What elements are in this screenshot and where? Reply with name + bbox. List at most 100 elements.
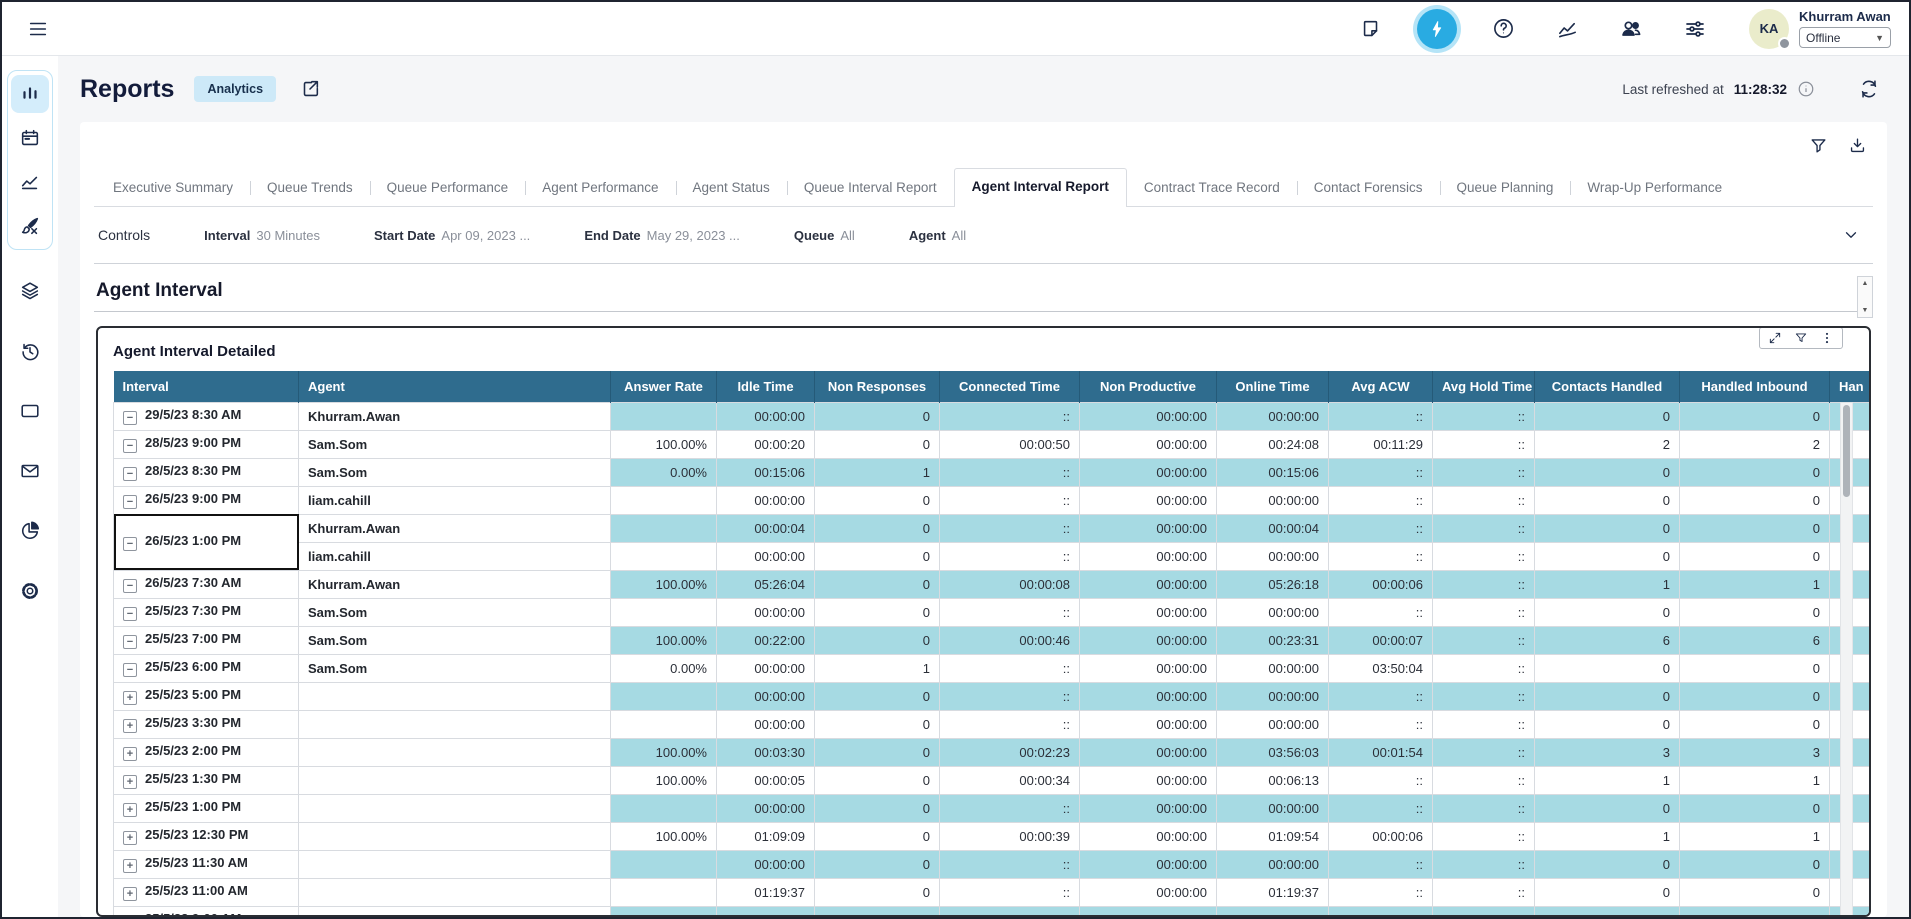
metric-cell[interactable]: 03:56:03: [1217, 738, 1329, 766]
metric-cell[interactable]: 0.00%: [611, 458, 717, 486]
metric-cell[interactable]: 1: [1680, 766, 1830, 794]
expand-icon[interactable]: [1768, 331, 1782, 345]
expand-icon[interactable]: +: [123, 747, 137, 761]
expand-icon[interactable]: +: [123, 775, 137, 789]
interval-cell[interactable]: −25/5/23 7:30 PM: [114, 598, 299, 626]
metric-cell[interactable]: 00:02:23: [940, 738, 1080, 766]
metric-cell[interactable]: 00:00:04: [1217, 514, 1329, 542]
metric-cell[interactable]: ::: [1433, 458, 1535, 486]
column-header-avg-hold-time[interactable]: Avg Hold Time: [1433, 371, 1535, 402]
metric-cell[interactable]: 00:00:00: [1217, 710, 1329, 738]
interval-cell[interactable]: +25/5/23 9:00 AM: [114, 906, 299, 917]
metric-cell[interactable]: 05:26:18: [1217, 570, 1329, 598]
interval-cell[interactable]: +25/5/23 1:00 PM: [114, 794, 299, 822]
metric-cell[interactable]: 1: [1680, 570, 1830, 598]
column-header-non-responses[interactable]: Non Responses: [815, 371, 940, 402]
metric-cell[interactable]: ::: [940, 598, 1080, 626]
metric-cell[interactable]: 00:15:06: [717, 458, 815, 486]
mail-icon[interactable]: [11, 452, 49, 490]
metric-cell[interactable]: ::: [1433, 430, 1535, 458]
scroll-up-icon[interactable]: ▲: [1862, 280, 1869, 287]
section-scrollbar[interactable]: ▲ ▼: [1857, 276, 1873, 318]
interval-cell[interactable]: +25/5/23 12:30 PM: [114, 822, 299, 850]
metric-cell[interactable]: 100.00%: [611, 822, 717, 850]
metric-cell[interactable]: 00:00:00: [717, 850, 815, 878]
metric-cell[interactable]: 0: [1535, 850, 1680, 878]
agent-cell[interactable]: [299, 906, 611, 917]
interval-cell[interactable]: +25/5/23 11:30 AM: [114, 850, 299, 878]
metric-cell[interactable]: 0: [1535, 514, 1680, 542]
kebab-menu-icon[interactable]: [1820, 331, 1834, 345]
metric-cell[interactable]: 00:24:08: [1217, 430, 1329, 458]
tab-queue-interval-report[interactable]: Queue Interval Report: [787, 170, 954, 206]
column-header-agent[interactable]: Agent: [299, 371, 611, 402]
tab-wrap-up-performance[interactable]: Wrap-Up Performance: [1570, 170, 1739, 206]
metric-cell[interactable]: 1: [815, 458, 940, 486]
metric-cell[interactable]: 00:00:07: [1329, 626, 1433, 654]
collapse-icon[interactable]: −: [123, 579, 137, 593]
metric-cell[interactable]: [611, 514, 717, 542]
metric-cell[interactable]: 2: [1680, 430, 1830, 458]
column-header-handled-inbound[interactable]: Handled Inbound: [1680, 371, 1830, 402]
metric-cell[interactable]: 0: [1535, 402, 1680, 430]
hamburger-menu-icon[interactable]: [20, 11, 56, 47]
metric-cell[interactable]: [611, 710, 717, 738]
agent-cell[interactable]: [299, 878, 611, 906]
column-header-avg-acw[interactable]: Avg ACW: [1329, 371, 1433, 402]
metric-cell[interactable]: 0: [815, 514, 940, 542]
interval-cell[interactable]: −28/5/23 8:30 PM: [114, 458, 299, 486]
metric-cell[interactable]: 00:00:00: [1217, 542, 1329, 570]
metric-cell[interactable]: 00:00:00: [1080, 486, 1217, 514]
column-header-han[interactable]: Han: [1830, 371, 1870, 402]
agent-cell[interactable]: liam.cahill: [299, 542, 611, 570]
metric-cell[interactable]: 00:00:50: [940, 430, 1080, 458]
metric-cell[interactable]: 00:00:00: [717, 682, 815, 710]
preferences-icon[interactable]: [1677, 11, 1713, 47]
tab-executive-summary[interactable]: Executive Summary: [96, 170, 250, 206]
metric-cell[interactable]: 00:00:00: [717, 710, 815, 738]
metric-cell[interactable]: 2: [1535, 430, 1680, 458]
interval-cell[interactable]: −29/5/23 8:30 AM: [114, 402, 299, 430]
metric-cell[interactable]: 00:00:00: [717, 486, 815, 514]
metric-cell[interactable]: 05:26:04: [717, 570, 815, 598]
collapse-icon[interactable]: −: [123, 411, 137, 425]
metric-cell[interactable]: 0: [1535, 878, 1680, 906]
metric-cell[interactable]: 1: [1680, 822, 1830, 850]
metric-cell[interactable]: ::: [1433, 794, 1535, 822]
agent-cell[interactable]: Sam.Som: [299, 598, 611, 626]
metric-cell[interactable]: 0: [1535, 598, 1680, 626]
table-vertical-scrollbar[interactable]: [1840, 402, 1853, 917]
metric-cell[interactable]: ::: [940, 654, 1080, 682]
metric-cell[interactable]: 1: [815, 654, 940, 682]
metric-cell[interactable]: 01:19:37: [717, 878, 815, 906]
metric-cell[interactable]: 00:00:39: [940, 822, 1080, 850]
scrollbar-thumb[interactable]: [1843, 405, 1850, 497]
expand-icon[interactable]: +: [123, 831, 137, 845]
interval-cell[interactable]: −28/5/23 9:00 PM: [114, 430, 299, 458]
metric-cell[interactable]: 01:19:37: [1217, 878, 1329, 906]
metric-cell[interactable]: 00:06:13: [1217, 766, 1329, 794]
tab-agent-performance[interactable]: Agent Performance: [525, 170, 675, 206]
metric-cell[interactable]: 100.00%: [611, 738, 717, 766]
metric-cell[interactable]: 0: [1535, 486, 1680, 514]
agent-cell[interactable]: [299, 738, 611, 766]
metric-cell[interactable]: ::: [1433, 514, 1535, 542]
metric-cell[interactable]: 100.00%: [611, 766, 717, 794]
metric-cell[interactable]: 00:00:20: [717, 430, 815, 458]
metric-cell[interactable]: ::: [1329, 542, 1433, 570]
metric-cell[interactable]: 6: [1535, 626, 1680, 654]
metric-cell[interactable]: 00:00:00: [1217, 402, 1329, 430]
metric-cell[interactable]: ::: [1433, 486, 1535, 514]
expand-icon[interactable]: +: [123, 859, 137, 873]
metric-cell[interactable]: 6: [1680, 626, 1830, 654]
interval-cell[interactable]: +25/5/23 3:30 PM: [114, 710, 299, 738]
metric-cell[interactable]: ::: [1433, 878, 1535, 906]
metric-cell[interactable]: ::: [1433, 906, 1535, 917]
metric-cell[interactable]: 50.00%: [611, 906, 717, 917]
metric-cell[interactable]: 0: [815, 542, 940, 570]
line-chart-icon[interactable]: [11, 163, 49, 201]
agent-cell[interactable]: liam.cahill: [299, 486, 611, 514]
pie-chart-icon[interactable]: [11, 512, 49, 550]
metric-cell[interactable]: 00:15:06: [1217, 458, 1329, 486]
metric-cell[interactable]: 00:00:00: [1080, 710, 1217, 738]
